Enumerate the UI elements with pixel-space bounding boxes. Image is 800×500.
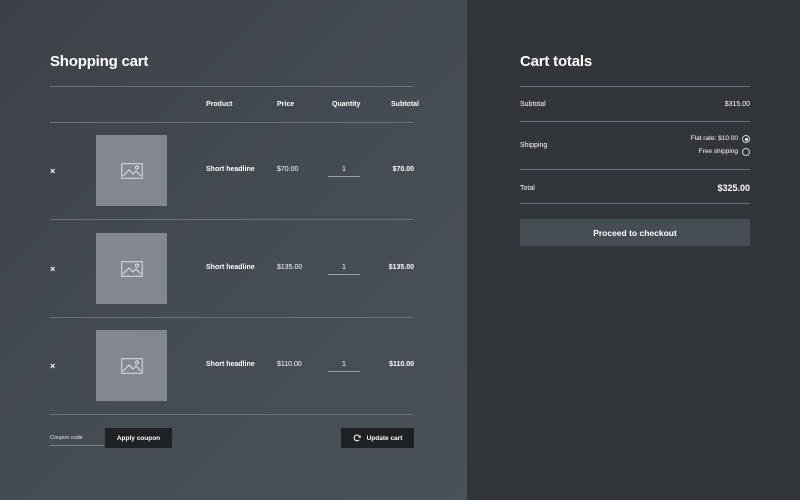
product-name[interactable]: Short headline: [206, 361, 255, 368]
divider: [50, 317, 414, 318]
product-subtotal: $135.00: [388, 264, 414, 271]
product-price: $70.00: [277, 166, 299, 173]
col-price: Price: [277, 101, 295, 108]
shipping-label: Shipping: [520, 142, 548, 149]
remove-item-button[interactable]: ×: [50, 264, 55, 274]
col-quantity: Quantity: [332, 101, 361, 108]
product-thumbnail: [96, 330, 167, 401]
remove-item-button[interactable]: ×: [50, 166, 55, 176]
subtotal-value: $315.00: [724, 101, 750, 108]
image-placeholder-icon: [120, 260, 143, 277]
divider: [50, 219, 414, 220]
divider: [520, 86, 750, 87]
divider: [520, 203, 750, 204]
quantity-input[interactable]: [328, 358, 360, 372]
divider: [50, 414, 414, 415]
quantity-input[interactable]: [328, 261, 360, 275]
product-subtotal: $110.00: [389, 361, 414, 368]
product-price: $135.00: [277, 264, 303, 271]
product-thumbnail: [96, 233, 167, 304]
shipping-option-label[interactable]: Flat rate: $10.00: [691, 135, 738, 142]
cart-panel: [0, 0, 467, 500]
image-placeholder-icon: [120, 162, 143, 179]
divider: [520, 169, 750, 170]
shipping-radio-free[interactable]: [742, 148, 750, 156]
shipping-option-label[interactable]: Free shipping: [699, 148, 738, 155]
image-placeholder-icon: [120, 357, 143, 374]
product-name[interactable]: Short headline: [206, 166, 255, 173]
coupon-code-input[interactable]: [50, 430, 104, 446]
product-name[interactable]: Short headline: [206, 264, 255, 271]
col-product: Product: [206, 101, 233, 108]
total-label: Total: [520, 185, 535, 192]
shipping-radio-flat-rate[interactable]: [742, 135, 750, 143]
totals-title: Cart totals: [520, 53, 592, 70]
proceed-to-checkout-button[interactable]: Proceed to checkout: [520, 219, 750, 246]
cart-title: Shopping cart: [50, 53, 149, 70]
update-cart-label: Update cart: [366, 434, 403, 442]
quantity-input[interactable]: [328, 163, 360, 177]
divider: [50, 122, 414, 123]
refresh-icon: [353, 434, 361, 442]
apply-coupon-button[interactable]: Apply coupon: [105, 428, 172, 448]
subtotal-label: Subtotal: [520, 101, 546, 108]
divider: [50, 86, 414, 87]
totals-panel: [467, 0, 800, 500]
product-thumbnail: [96, 135, 167, 206]
col-subtotal: Subtotal: [391, 101, 419, 108]
product-subtotal: $70.00: [392, 166, 414, 173]
total-value: $325.00: [717, 183, 750, 193]
divider: [520, 121, 750, 122]
remove-item-button[interactable]: ×: [50, 361, 55, 371]
product-price: $110.00: [277, 361, 302, 368]
update-cart-button[interactable]: Update cart: [341, 428, 414, 448]
